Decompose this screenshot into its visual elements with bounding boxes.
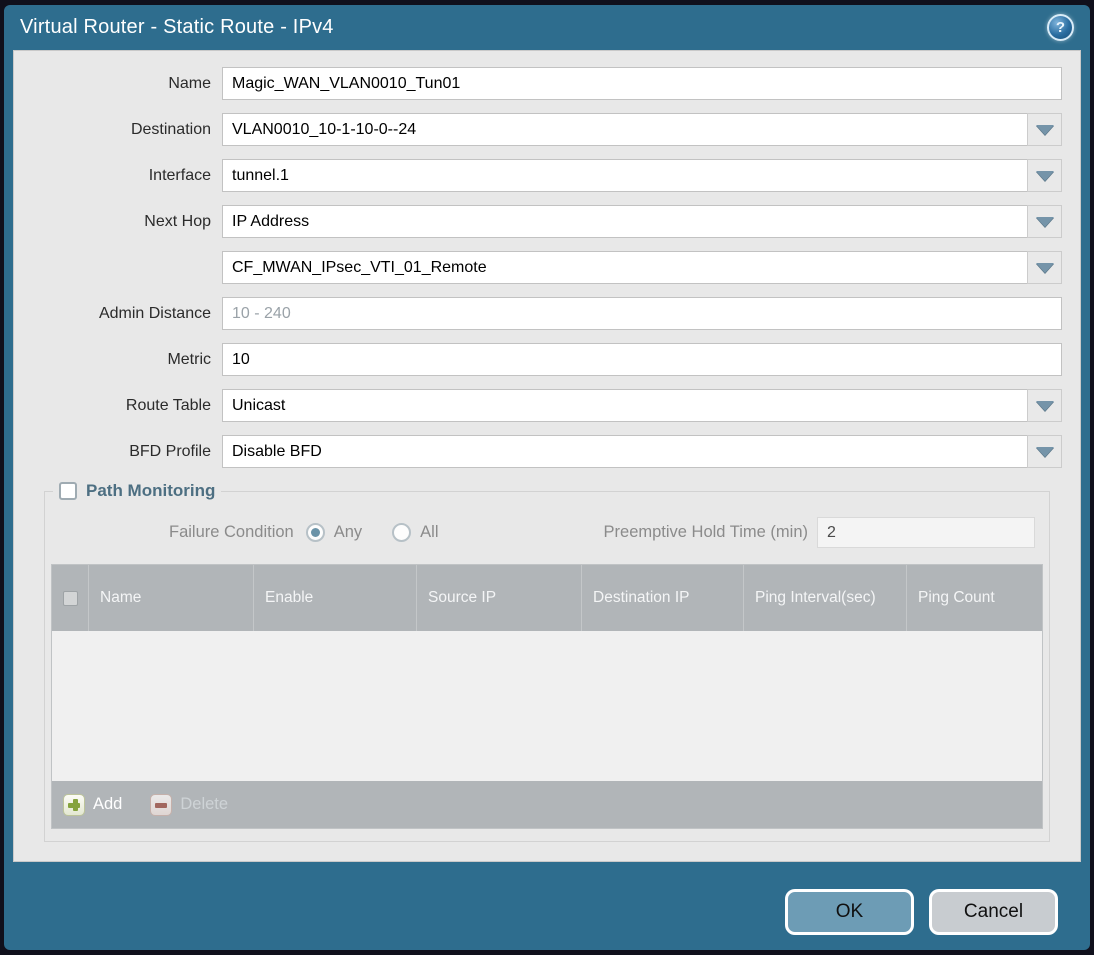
column-header-enable[interactable]: Enable [254,565,417,631]
destination-combo [222,113,1062,146]
bfd-profile-combo [222,435,1062,468]
form-row-next-hop-address [32,251,1062,284]
chevron-down-icon [1035,446,1054,457]
route-table-input[interactable] [222,389,1027,422]
chevron-down-icon [1035,170,1054,181]
next-hop-address-input[interactable] [222,251,1027,284]
path-monitoring-legend: Path Monitoring [53,481,221,501]
chevron-down-icon [1035,216,1054,227]
chevron-down-icon [1035,400,1054,411]
dialog-title: Virtual Router - Static Route - IPv4 [20,16,334,38]
path-monitoring-fieldset: Path Monitoring Failure Condition Any Al… [44,481,1050,842]
minus-icon [150,793,173,816]
failure-condition-row: Failure Condition Any All Preemptive Hol… [51,517,1035,548]
interface-input[interactable] [222,159,1027,192]
dialog-titlebar: Virtual Router - Static Route - IPv4 ? [4,5,1090,50]
preemptive-hold-time-input[interactable] [817,517,1035,548]
ok-button[interactable]: OK [785,889,914,935]
name-label: Name [168,74,211,92]
form-row-next-hop: Next Hop [32,205,1062,238]
chevron-down-icon [1035,262,1054,273]
form-row-name: Name [32,67,1062,100]
chevron-down-icon [1035,124,1054,135]
next-hop-label: Next Hop [144,212,211,230]
form-row-admin-distance: Admin Distance [32,297,1062,330]
table-toolbar: Add Delete [52,781,1042,828]
radio-any-control[interactable] [305,523,325,542]
admin-distance-input[interactable] [222,297,1062,330]
admin-distance-label: Admin Distance [98,304,211,322]
form-row-metric: Metric [32,343,1062,376]
form-row-destination: Destination [32,113,1062,146]
path-monitoring-checkbox[interactable] [59,482,77,500]
radio-all-label: All [420,523,439,541]
radio-any[interactable]: Any [305,523,363,542]
dialog-footer: OK Cancel [785,889,1058,935]
next-hop-type-input[interactable] [222,205,1027,238]
dialog-content: Name Destination Interface Next Hop [13,50,1081,862]
bfd-profile-input[interactable] [222,435,1027,468]
delete-button-label: Delete [180,795,229,813]
form-row-interface: Interface [32,159,1062,192]
failure-condition-label: Failure Condition [169,523,294,541]
path-monitoring-label: Path Monitoring [86,481,216,500]
destination-input[interactable] [222,113,1027,146]
route-table-label: Route Table [125,396,211,414]
cancel-button[interactable]: Cancel [929,889,1058,935]
destination-label: Destination [130,120,211,138]
column-header-ping-count[interactable]: Ping Count [907,565,1042,631]
form-row-bfd-profile: BFD Profile [32,435,1062,468]
static-route-dialog: Virtual Router - Static Route - IPv4 ? N… [4,5,1090,950]
bfd-profile-dropdown-button[interactable] [1027,435,1062,468]
column-header-destination-ip[interactable]: Destination IP [582,565,744,631]
plus-icon [63,793,85,816]
interface-combo [222,159,1062,192]
help-icon[interactable]: ? [1047,14,1074,41]
column-header-ping-interval[interactable]: Ping Interval(sec) [744,565,907,631]
table-header-row: Name Enable Source IP Destination IP Pin… [52,565,1042,631]
next-hop-address-dropdown-button[interactable] [1027,251,1062,284]
destination-dropdown-button[interactable] [1027,113,1062,146]
next-hop-address-combo [222,251,1062,284]
add-button[interactable]: Add [63,793,123,816]
radio-all[interactable]: All [392,523,439,542]
name-input[interactable] [222,67,1062,100]
next-hop-type-dropdown-button[interactable] [1027,205,1062,238]
interface-label: Interface [148,166,211,184]
metric-input[interactable] [222,343,1062,376]
table-header-select-all[interactable] [52,565,89,631]
select-all-checkbox[interactable] [62,590,78,606]
column-header-source-ip[interactable]: Source IP [417,565,582,631]
next-hop-type-combo [222,205,1062,238]
delete-button[interactable]: Delete [150,793,229,816]
add-button-label: Add [93,795,123,813]
route-table-dropdown-button[interactable] [1027,389,1062,422]
form-row-route-table: Route Table [32,389,1062,422]
radio-all-control[interactable] [392,523,412,542]
radio-selected-dot [310,528,320,537]
bfd-profile-label: BFD Profile [129,442,211,460]
path-monitoring-table: Name Enable Source IP Destination IP Pin… [51,564,1043,829]
metric-label: Metric [167,350,211,368]
help-icon-glyph: ? [1055,19,1066,36]
column-header-name[interactable]: Name [89,565,254,631]
route-table-combo [222,389,1062,422]
preemptive-hold-time-label: Preemptive Hold Time (min) [603,523,808,541]
radio-any-label: Any [333,523,363,541]
interface-dropdown-button[interactable] [1027,159,1062,192]
table-body-empty [52,631,1042,781]
